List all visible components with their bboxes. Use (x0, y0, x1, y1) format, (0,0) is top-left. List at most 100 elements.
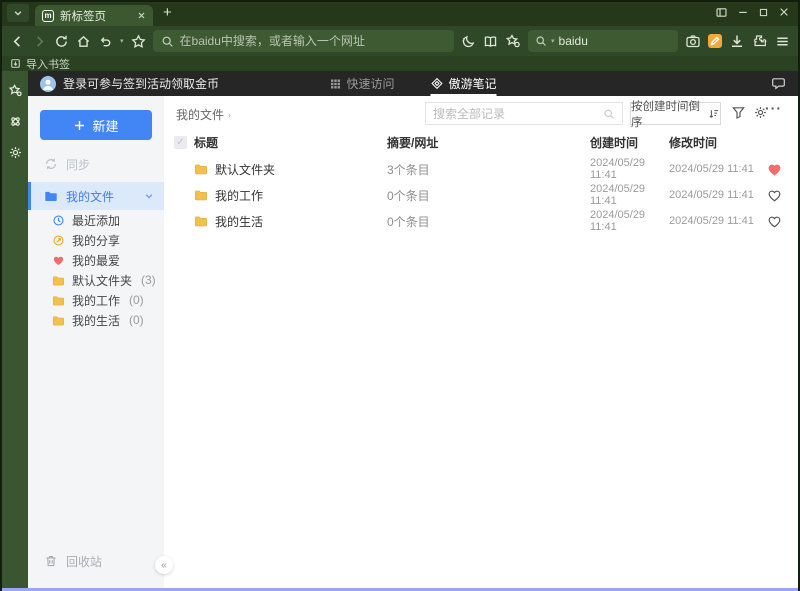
tab-maxnote[interactable]: 傲游笔记 (430, 71, 497, 96)
refresh-icon[interactable] (54, 34, 69, 49)
search-engine-box[interactable]: ▾ (528, 30, 678, 52)
forward-icon[interactable] (32, 34, 47, 49)
browser-toolbar: ▾ ▾ (2, 26, 798, 56)
sort-button[interactable]: 按创建时间倒序 (630, 101, 721, 129)
avatar[interactable] (40, 75, 56, 92)
tab-quick-access[interactable]: 快速访问 (329, 71, 395, 96)
sidebar-item-my-shares[interactable]: 我的分享 (28, 230, 164, 250)
window-controls (715, 6, 798, 19)
panel-toggle-icon[interactable] (715, 6, 728, 19)
heart-icon (52, 254, 65, 267)
table-row[interactable]: 我的工作 0个条目 2024/05/29 11:41 2024/05/29 11… (164, 182, 798, 208)
extensions-icon[interactable] (752, 33, 768, 49)
maxnote-app: 登录可参与签到活动领取金币 快速访问 傲游笔记 新建 同步 我的文件 最近添加 … (28, 71, 798, 588)
address-bar[interactable] (152, 30, 454, 52)
tab-list-dropdown-button[interactable] (7, 3, 29, 22)
tab-close-icon[interactable] (137, 11, 146, 20)
favorites-star-icon[interactable] (8, 83, 23, 98)
login-banner[interactable]: 登录可参与签到活动领取金币 (40, 75, 219, 92)
search-engine-dropdown-icon[interactable]: ▾ (551, 37, 555, 45)
more-icon[interactable]: ··· (765, 100, 782, 116)
sort-icon (708, 108, 720, 120)
table-body: 默认文件夹 3个条目 2024/05/29 11:41 2024/05/29 1… (164, 156, 798, 234)
menu-icon[interactable] (775, 34, 790, 49)
table-row[interactable]: 默认文件夹 3个条目 2024/05/29 11:41 2024/05/29 1… (164, 156, 798, 182)
camera-icon[interactable] (685, 33, 701, 49)
sidebar-item-label: 最近添加 (72, 213, 121, 228)
trash-icon (44, 554, 58, 568)
favorite-heart-icon[interactable] (767, 162, 798, 177)
select-all-checkbox[interactable]: ✓ (174, 135, 187, 149)
tab-maxnote-label: 傲游笔记 (448, 77, 497, 91)
home-icon[interactable] (76, 34, 91, 49)
table-row[interactable]: 我的生活 0个条目 2024/05/29 11:41 2024/05/29 11… (164, 208, 798, 234)
close-icon[interactable] (778, 6, 790, 19)
new-tab-button[interactable]: + (163, 4, 172, 21)
row-summary: 0个条目 (387, 214, 430, 229)
col-modified[interactable]: 修改时间 (669, 134, 767, 151)
maxnote-panel-icon[interactable] (8, 114, 23, 129)
records-search[interactable] (425, 102, 623, 125)
import-bookmarks-icon (10, 58, 21, 69)
sidebar-item-my-files[interactable]: 我的文件 (28, 182, 164, 210)
maxnote-icon[interactable] (708, 34, 722, 48)
star-icon[interactable] (130, 33, 146, 49)
filter-icon[interactable] (731, 105, 746, 120)
sync-label: 同步 (66, 157, 91, 172)
tab-quick-access-label: 快速访问 (346, 77, 395, 91)
sidebar-item-my-favorites[interactable]: 我的最爱 (28, 250, 164, 270)
import-bookmarks-label[interactable]: 导入书签 (26, 56, 70, 72)
favorite-heart-icon[interactable] (767, 214, 798, 229)
sidebar-collapse-button[interactable]: « (155, 556, 173, 574)
row-modified: 2024/05/29 11:41 (669, 215, 754, 227)
clock-icon (52, 214, 65, 227)
folder-icon (44, 189, 58, 203)
favorites-gear-icon[interactable] (505, 33, 521, 49)
sidebar-item-recent[interactable]: 最近添加 (28, 210, 164, 230)
row-created: 2024/05/29 11:41 (590, 183, 646, 207)
row-title[interactable]: 默认文件夹 (215, 161, 275, 178)
row-title[interactable]: 我的工作 (215, 187, 263, 204)
breadcrumb-arrow-icon: › (228, 109, 232, 120)
back-icon[interactable] (10, 34, 25, 49)
sidebar-item-label: 我的工作 (72, 293, 121, 308)
maximize-icon[interactable] (758, 6, 769, 19)
undo-icon[interactable] (98, 34, 113, 49)
trash-label: 回收站 (66, 554, 103, 569)
minimize-icon[interactable] (737, 6, 749, 19)
col-title[interactable]: 标题 (194, 134, 387, 151)
feedback-bubble-icon[interactable] (771, 76, 786, 91)
address-input[interactable] (179, 34, 446, 48)
sidebar-item-trash[interactable]: 回收站 (28, 548, 164, 574)
favorite-heart-icon[interactable] (767, 188, 798, 203)
tab-bar: m 新标签页 + (2, 2, 798, 26)
folder-icon (52, 274, 65, 287)
download-icon[interactable] (729, 33, 745, 49)
sidebar-item-my-life[interactable]: 我的生活 (0) (28, 310, 164, 330)
col-created[interactable]: 创建时间 (590, 134, 669, 151)
sidebar-item-my-work[interactable]: 我的工作 (0) (28, 290, 164, 310)
login-text[interactable]: 登录可参与签到活动领取金币 (63, 75, 219, 92)
row-summary: 3个条目 (387, 162, 430, 177)
undo-dropdown-icon[interactable]: ▾ (120, 37, 124, 45)
new-note-button[interactable]: 新建 (40, 110, 152, 140)
sync-button[interactable]: 同步 (28, 152, 164, 176)
records-search-input[interactable] (433, 106, 603, 121)
sidebar-item-label: 我的文件 (66, 189, 115, 204)
night-mode-icon[interactable] (461, 34, 476, 49)
gear-icon[interactable] (8, 145, 23, 160)
col-summary[interactable]: 摘要/网址 (387, 134, 590, 151)
tab-title: 新标签页 (60, 10, 106, 23)
sidebar-item-label: 我的生活 (72, 313, 121, 328)
folder-icon (52, 314, 65, 327)
reading-mode-icon[interactable] (483, 34, 498, 49)
chevron-down-icon[interactable] (144, 191, 154, 201)
share-icon (52, 234, 65, 247)
browser-tab[interactable]: m 新标签页 (35, 5, 153, 26)
folder-icon (194, 162, 208, 176)
app-header: 登录可参与签到活动领取金币 快速访问 傲游笔记 (28, 71, 798, 96)
search-engine-input[interactable] (558, 34, 649, 48)
breadcrumb[interactable]: 我的文件 › (176, 106, 231, 123)
sidebar-item-default-folder[interactable]: 默认文件夹 (3) (28, 270, 164, 290)
row-title[interactable]: 我的生活 (215, 213, 263, 230)
